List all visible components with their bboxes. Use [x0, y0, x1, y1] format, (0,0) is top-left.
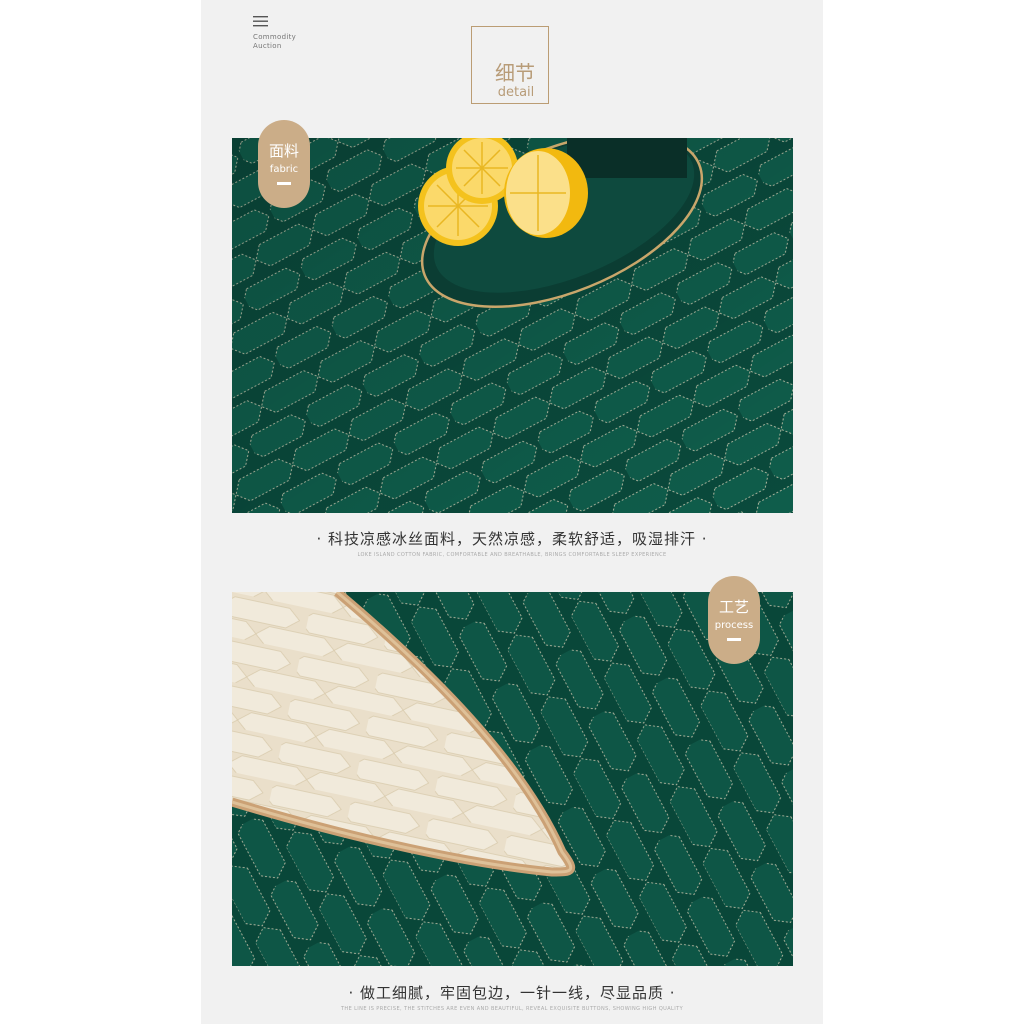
process-photo: [232, 592, 793, 966]
brand-line-2: Auction: [253, 42, 282, 50]
badge-divider: [277, 182, 291, 185]
fabric-badge-en: fabric: [269, 164, 299, 175]
fabric-subcaption: LOKE ISLAND COTTON FABRIC, COMFORTABLE A…: [357, 552, 667, 558]
section-title-box: 细节 detail: [471, 26, 549, 104]
process-badge-en: process: [714, 620, 754, 631]
process-badge: 工艺 process: [708, 576, 760, 664]
menu-icon[interactable]: [253, 16, 269, 27]
process-caption: · 做工细腻，牢固包边，一针一线，尽显品质 ·: [348, 984, 676, 1002]
badge-divider: [727, 638, 741, 641]
brand-line-1: Commodity: [253, 33, 297, 41]
fabric-badge: 面料 fabric: [258, 120, 310, 208]
section-title-cn: 细节: [495, 61, 535, 85]
brand-name: Commodity Auction: [253, 33, 296, 51]
process-subcaption: THE LINE IS PRECISE, THE STITCHES ARE EV…: [340, 1006, 684, 1012]
fabric-photo: [232, 138, 793, 513]
fabric-badge-cn: 面料: [268, 142, 299, 160]
fabric-caption: · 科技凉感冰丝面料，天然凉感，柔软舒适，吸湿排汗 ·: [316, 530, 708, 548]
process-badge-cn: 工艺: [718, 598, 749, 616]
section-title-en: detail: [497, 85, 535, 100]
